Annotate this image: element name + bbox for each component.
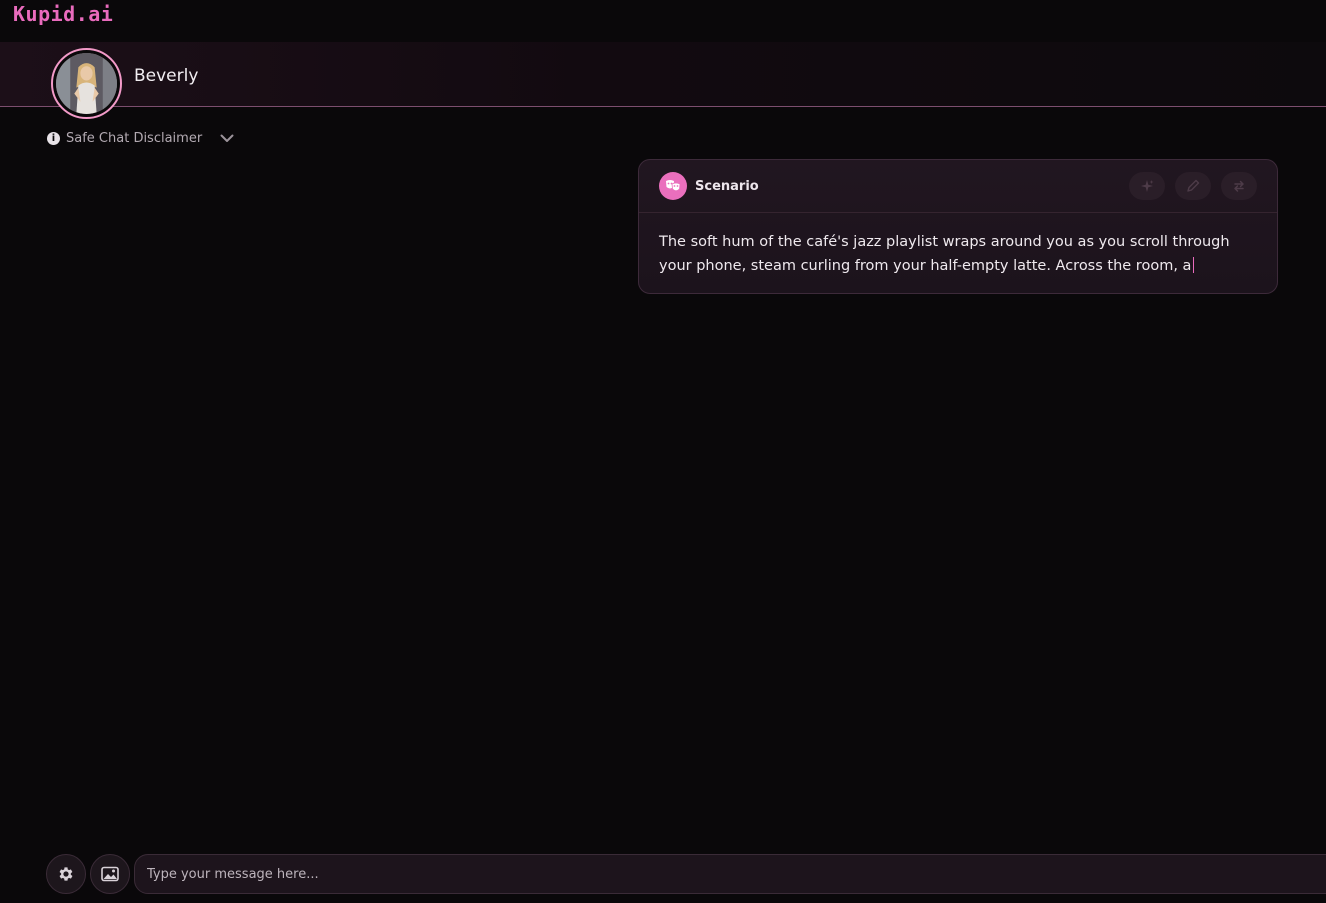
pencil-icon[interactable] (1175, 172, 1211, 200)
avatar-image (56, 53, 117, 114)
chevron-down-icon[interactable] (220, 134, 234, 143)
typing-caret (1193, 257, 1195, 273)
avatar[interactable] (51, 48, 122, 119)
regenerate-icon[interactable] (1221, 172, 1257, 200)
character-name: Beverly (134, 66, 199, 86)
scenario-text: The soft hum of the café's jazz playlist… (659, 234, 1230, 274)
safe-chat-disclaimer[interactable]: i Safe Chat Disclaimer (47, 131, 234, 146)
disclaimer-label: Safe Chat Disclaimer (66, 131, 203, 146)
app-root: Kupid.ai Beverly i Safe Chat Disclaimer (0, 0, 1326, 903)
scenario-text-container: The soft hum of the café's jazz playlist… (639, 213, 1277, 278)
avatar-portrait-icon (56, 53, 117, 114)
theater-mask-icon (659, 172, 687, 200)
sparkle-icon[interactable] (1129, 172, 1165, 200)
settings-button[interactable] (46, 854, 86, 894)
scenario-card: Scenario The soft hum of the café's jazz… (638, 159, 1278, 294)
chat-header: Beverly (0, 42, 1326, 119)
info-icon: i (47, 132, 60, 145)
scenario-header: Scenario (639, 160, 1277, 213)
gear-icon (59, 867, 73, 881)
image-upload-button[interactable] (90, 854, 130, 894)
scenario-title: Scenario (695, 178, 759, 194)
message-input[interactable] (134, 854, 1326, 894)
scenario-actions (1129, 172, 1257, 200)
app-logo[interactable]: Kupid.ai (13, 2, 113, 26)
image-icon (101, 866, 119, 882)
